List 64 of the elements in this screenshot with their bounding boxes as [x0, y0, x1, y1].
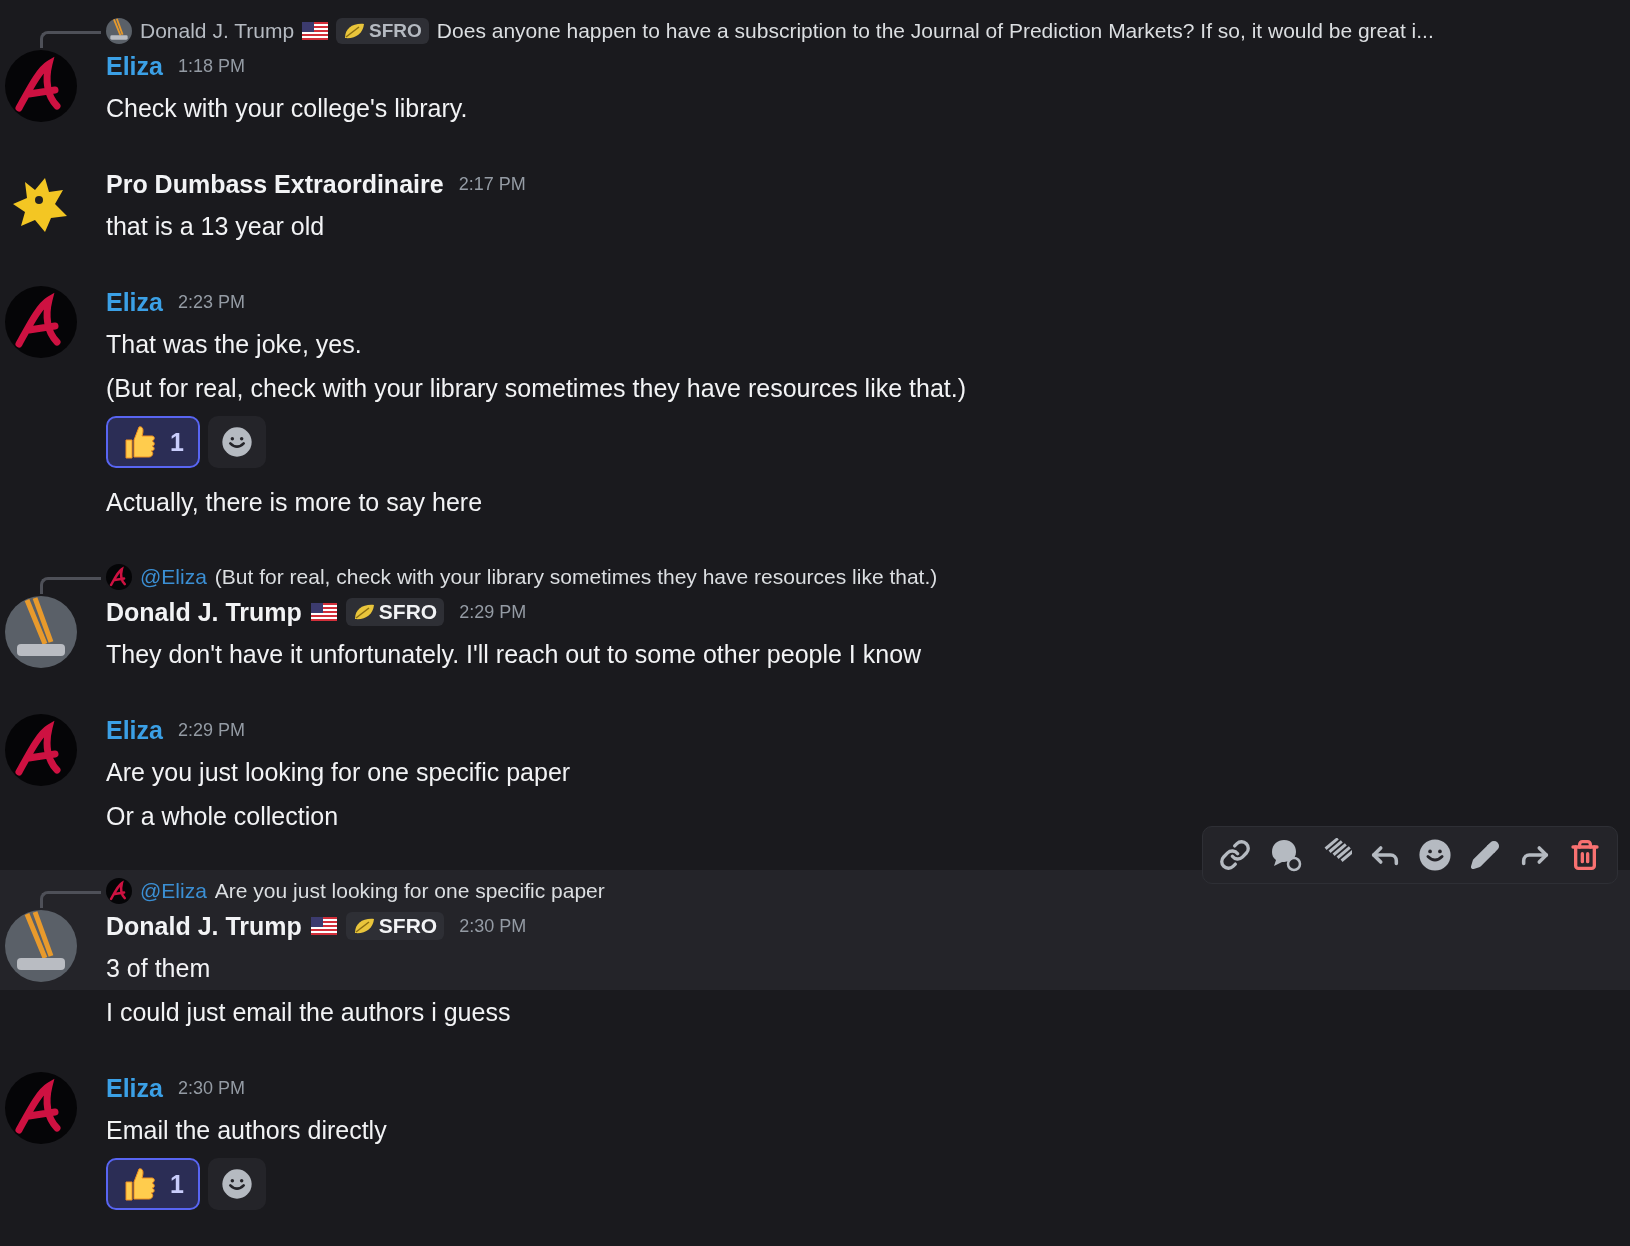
timestamp: 1:18 PM: [178, 55, 246, 77]
reply-author[interactable]: Donald J. Trump: [140, 19, 295, 43]
message-text: Are you just looking for one specific paper: [106, 757, 572, 788]
message-text: They don't have it unfortunately. I'll reach out to some other people I know: [106, 639, 923, 670]
timestamp: 2:29 PM: [459, 601, 527, 623]
message-text: that is a 13 year old: [106, 211, 326, 242]
username[interactable]: Pro Dumbass Extraordinaire: [106, 169, 444, 199]
add-reaction-button[interactable]: [207, 416, 266, 468]
timestamp: 2:29 PM: [178, 719, 246, 741]
username[interactable]: Eliza: [106, 287, 163, 317]
add-reaction-button[interactable]: [207, 1158, 266, 1210]
timestamp: 2:17 PM: [458, 173, 526, 195]
link-icon: [1219, 839, 1251, 871]
reply-preview[interactable]: (But for real, check with your library sometimes they have resources like that.): [214, 565, 938, 589]
reply-author[interactable]: @Eliza: [140, 565, 207, 589]
reaction-button[interactable]: 1: [106, 416, 200, 468]
flag-icon: [310, 917, 337, 935]
username[interactable]: Eliza: [106, 1073, 163, 1103]
thumbs-up-icon: [122, 424, 156, 460]
message-text: Check with your college's library.: [106, 93, 469, 124]
username[interactable]: Eliza: [106, 51, 163, 81]
tag-label: SFRO: [369, 20, 422, 42]
leaf-icon: [352, 917, 375, 935]
leaf-icon: [352, 603, 375, 621]
thumbs-up-icon: [122, 1166, 156, 1202]
flag-icon: [310, 603, 337, 621]
username[interactable]: Donald J. Trump: [106, 597, 302, 627]
logo-avatar: [5, 1072, 77, 1144]
logo-avatar: [106, 564, 132, 590]
timestamp: 2:30 PM: [459, 915, 527, 937]
logo-avatar: [106, 878, 132, 904]
tag-label: SFRO: [378, 600, 438, 624]
photo-placeholder: [106, 18, 132, 44]
timestamp: 2:23 PM: [178, 291, 246, 313]
username[interactable]: Donald J. Trump: [106, 911, 302, 941]
pencil-icon: [1470, 840, 1500, 870]
smiley-icon: [220, 1168, 253, 1200]
smiley-icon: [220, 426, 253, 458]
reply-connector: [40, 891, 101, 908]
username[interactable]: Eliza: [106, 715, 163, 745]
reply-preview[interactable]: Does anyone happen to have a subscription to the Journal of Prediction Markets? If so, it would be great i...: [436, 19, 1434, 43]
message-text: Email the authors directly: [106, 1115, 388, 1146]
message-text: That was the joke, yes.: [106, 329, 363, 360]
tag-label: SFRO: [378, 914, 438, 938]
reply-connector: [40, 31, 101, 48]
logo-avatar: [5, 714, 77, 786]
flag-icon: [302, 22, 329, 40]
logo-avatar: [5, 50, 77, 122]
reaction-button[interactable]: 1: [106, 1158, 200, 1210]
message-text: (But for real, check with your library sometimes they have resources like that.): [106, 373, 968, 404]
message-text: I could just email the authors i guess: [106, 997, 512, 1028]
timestamp: 2:30 PM: [178, 1077, 246, 1099]
message-text: 3 of them: [106, 953, 212, 984]
message-text: Actually, there is more to say here: [106, 487, 484, 518]
trash-icon: [1569, 839, 1601, 871]
message-text: Or a whole collection: [106, 801, 340, 832]
reply-author[interactable]: @Eliza: [140, 879, 207, 903]
leaf-icon: [343, 22, 366, 40]
photo-placeholder: [5, 910, 77, 982]
logo-avatar: [5, 286, 77, 358]
reply-preview[interactable]: Are you just looking for one specific paper: [214, 879, 605, 903]
reply-connector: [40, 577, 101, 594]
photo-placeholder: [5, 596, 77, 668]
smiley-icon: [1418, 838, 1452, 872]
